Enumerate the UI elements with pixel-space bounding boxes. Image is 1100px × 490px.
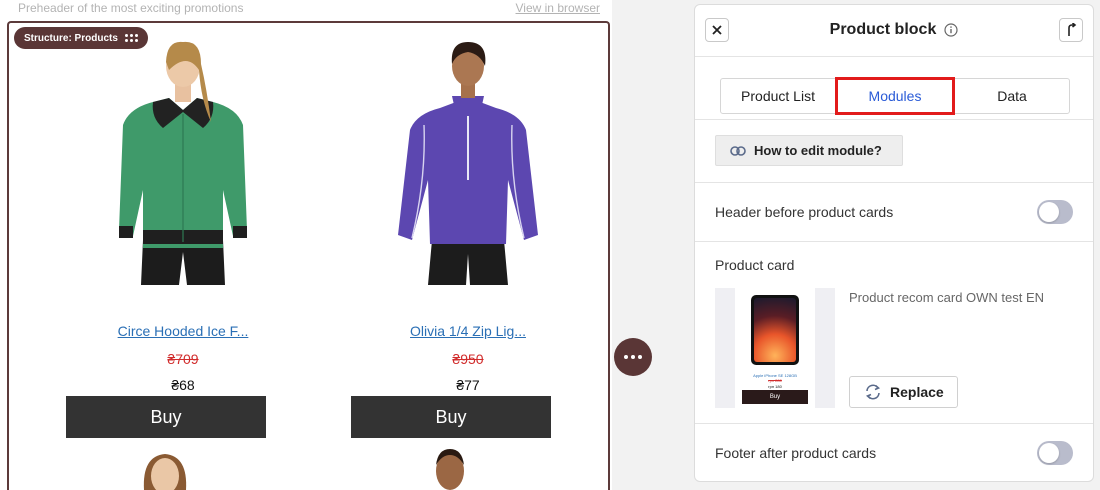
- product-image[interactable]: [430, 445, 470, 490]
- product-card-name: Product recom card OWN test EN: [849, 290, 1045, 305]
- tab-product-list[interactable]: Product List: [721, 79, 835, 113]
- how-to-edit-label: How to edit module?: [754, 143, 882, 158]
- move-block-button[interactable]: [1059, 18, 1083, 42]
- phone-image: [751, 295, 799, 365]
- footer-toggle-label: Footer after product cards: [715, 445, 877, 461]
- panel-title: Product block: [829, 21, 937, 38]
- move-up-icon: [1068, 23, 1077, 36]
- product-price: ₴77: [456, 377, 480, 393]
- product-block-panel: Product block Product List Modules Data …: [694, 4, 1094, 482]
- thumb-buy-button: Buy: [742, 390, 808, 404]
- header-toggle-label: Header before product cards: [715, 204, 894, 220]
- info-icon[interactable]: [944, 23, 958, 37]
- product-old-price: ₴950: [452, 351, 484, 367]
- divider: [695, 119, 1093, 120]
- thumb-price: грн 180: [768, 384, 782, 389]
- product-image[interactable]: [140, 450, 190, 490]
- product-name[interactable]: Olivia 1/4 Zip Lig...: [368, 323, 568, 339]
- view-in-browser-link[interactable]: View in browser: [516, 1, 600, 15]
- link-icon: [730, 145, 746, 156]
- structure-tag[interactable]: Structure: Products: [14, 27, 148, 49]
- more-options-button[interactable]: [614, 338, 652, 376]
- buy-button[interactable]: Buy: [351, 396, 551, 438]
- drag-handle-icon[interactable]: [125, 34, 138, 42]
- thumb-old-price: грн 280: [768, 378, 782, 383]
- product-image[interactable]: [368, 30, 568, 285]
- product-card-thumbnail[interactable]: Apple iPhone SE 128GB грн 280 грн 180 Bu…: [715, 288, 835, 408]
- divider: [695, 423, 1093, 424]
- replace-label: Replace: [890, 384, 944, 400]
- product-card-label: Product card: [715, 257, 795, 273]
- how-to-edit-button[interactable]: How to edit module?: [715, 135, 903, 166]
- product-price: ₴68: [171, 377, 195, 393]
- email-canvas: Preheader of the most exciting promotion…: [0, 0, 612, 490]
- product-name[interactable]: Circe Hooded Ice F...: [83, 323, 283, 339]
- structure-tag-label: Structure: Products: [24, 32, 118, 44]
- divider: [695, 182, 1093, 183]
- tab-modules[interactable]: Modules: [835, 77, 955, 115]
- refresh-icon: [865, 384, 881, 400]
- product-old-price: ₴709: [167, 351, 199, 367]
- product-image[interactable]: [83, 30, 283, 285]
- panel-header: Product block: [695, 5, 1093, 57]
- preheader-text: Preheader of the most exciting promotion…: [18, 1, 244, 15]
- buy-button[interactable]: Buy: [66, 396, 266, 438]
- divider: [695, 241, 1093, 242]
- footer-toggle[interactable]: [1037, 441, 1073, 465]
- tab-data[interactable]: Data: [955, 79, 1069, 113]
- panel-tabs: Product List Modules Data: [720, 77, 1070, 115]
- replace-button[interactable]: Replace: [849, 376, 958, 408]
- header-toggle[interactable]: [1037, 200, 1073, 224]
- preheader: Preheader of the most exciting promotion…: [18, 0, 600, 16]
